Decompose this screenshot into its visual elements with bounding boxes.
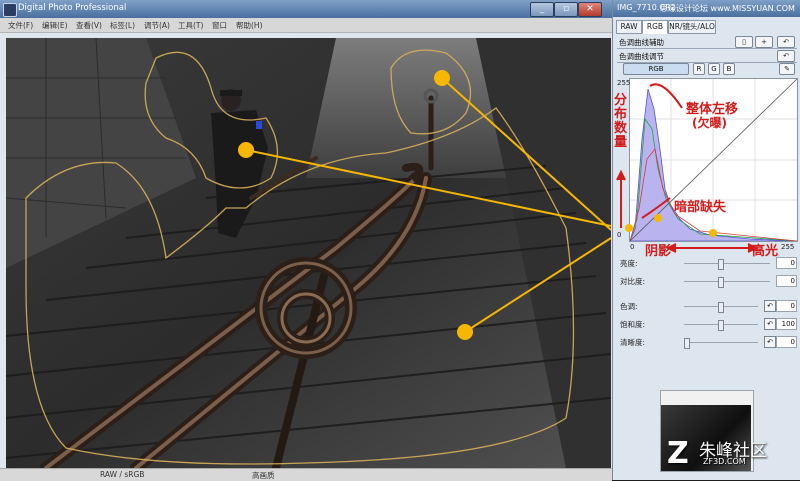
- forum-watermark: 思缘设计论坛 www.MISSYUAN.COM: [660, 4, 795, 13]
- window-title: Digital Photo Professional: [18, 3, 127, 13]
- menu-view[interactable]: 查看(V): [76, 20, 102, 31]
- contrast-label: 对比度:: [620, 277, 646, 286]
- main-window: Digital Photo Professional _ ▫ ✕ 文件(F) 编…: [0, 0, 612, 481]
- clarity-row: 清晰度: ↶ 0: [618, 336, 797, 349]
- minimize-icon[interactable]: _: [530, 2, 554, 17]
- app-icon: [3, 3, 17, 17]
- menu-tools[interactable]: 工具(T): [178, 20, 203, 31]
- title-bar: Digital Photo Professional _ ▫ ✕: [0, 0, 612, 18]
- marker-stairs: [457, 324, 473, 340]
- undo-icon[interactable]: ↶: [777, 36, 795, 48]
- section-tone-curve-assist-label: 色调曲线辅助: [619, 38, 664, 47]
- saturation-row: 饱和度: ↶ 100: [618, 318, 797, 331]
- brightness-value[interactable]: 0: [776, 257, 797, 269]
- channel-r-button[interactable]: R: [693, 63, 705, 75]
- menu-file[interactable]: 文件(F): [8, 20, 33, 31]
- saturation-label: 饱和度:: [620, 320, 646, 329]
- photo-canvas[interactable]: [6, 38, 611, 468]
- brightness-track[interactable]: [684, 263, 770, 264]
- status-quality: 高画质: [252, 471, 275, 480]
- clarity-reset-icon[interactable]: ↶: [764, 336, 776, 348]
- hist-marker-shadow: [625, 224, 633, 232]
- hue-value[interactable]: 0: [776, 300, 797, 312]
- tab-rgb[interactable]: RGB: [642, 20, 668, 34]
- brightness-label: 亮度:: [620, 259, 638, 268]
- section-tone-curve-adjust: 色调曲线调节 ↶: [617, 50, 797, 63]
- watermark-logo-icon: Z: [667, 436, 689, 471]
- clarity-thumb[interactable]: [684, 338, 690, 349]
- status-bar: RAW / sRGB 高画质: [0, 468, 612, 481]
- contrast-track[interactable]: [684, 281, 770, 282]
- channel-g-button[interactable]: G: [708, 63, 720, 75]
- saturation-thumb[interactable]: [718, 320, 724, 331]
- eyedropper-icon[interactable]: ✎: [779, 63, 795, 75]
- channel-b-button[interactable]: B: [723, 63, 735, 75]
- contrast-value[interactable]: 0: [776, 275, 797, 287]
- reset-icon[interactable]: ↶: [777, 50, 795, 62]
- brightness-row: 亮度: 0: [618, 257, 797, 270]
- tab-nr-lens-alo[interactable]: NR/镜头/ALO: [668, 20, 716, 34]
- status-colorspace: RAW / sRGB: [100, 470, 145, 479]
- curve-assist-button[interactable]: ▯: [735, 36, 753, 48]
- contrast-row: 对比度: 0: [618, 275, 797, 288]
- menu-help[interactable]: 帮助(H): [236, 20, 263, 31]
- site-watermark: Z 朱峰社区 ZF3D.COM: [663, 434, 797, 474]
- brightness-thumb[interactable]: [718, 259, 724, 270]
- clarity-track[interactable]: [684, 342, 758, 343]
- menu-adjust[interactable]: 调节(A): [144, 20, 170, 31]
- channel-rgb-button[interactable]: RGB: [623, 63, 689, 75]
- stairs-photo: [6, 38, 611, 468]
- section-tone-curve-assist: 色调曲线辅助 ▯ + ↶: [617, 36, 797, 49]
- menu-window[interactable]: 窗口: [212, 20, 227, 31]
- hist-marker-high: [709, 229, 717, 237]
- contrast-thumb[interactable]: [718, 277, 724, 288]
- hue-thumb[interactable]: [718, 302, 724, 313]
- hue-label: 色调:: [620, 302, 638, 311]
- close-icon[interactable]: ✕: [578, 2, 602, 17]
- menu-bar: 文件(F) 编辑(E) 查看(V) 标签(L) 调节(A) 工具(T) 窗口 帮…: [0, 18, 612, 33]
- hue-reset-icon[interactable]: ↶: [764, 300, 776, 312]
- annotation-arrows: [616, 83, 759, 253]
- marker-top: [434, 70, 450, 86]
- watermark-url: ZF3D.COM: [703, 457, 746, 466]
- clarity-value[interactable]: 0: [776, 336, 797, 348]
- hue-row: 色调: ↶ 0: [618, 300, 797, 313]
- clarity-label: 清晰度:: [620, 338, 646, 347]
- hist-marker-mid: [654, 214, 662, 222]
- section-tone-curve-adjust-label: 色调曲线调节: [619, 52, 664, 61]
- saturation-reset-icon[interactable]: ↶: [764, 318, 776, 330]
- tab-raw[interactable]: RAW: [616, 20, 642, 34]
- maximize-icon[interactable]: ▫: [554, 2, 578, 17]
- saturation-value[interactable]: 100: [776, 318, 797, 330]
- curve-assist-add-button[interactable]: +: [755, 36, 773, 48]
- menu-edit[interactable]: 编辑(E): [42, 20, 68, 31]
- marker-person: [238, 142, 254, 158]
- menu-label[interactable]: 标签(L): [110, 20, 135, 31]
